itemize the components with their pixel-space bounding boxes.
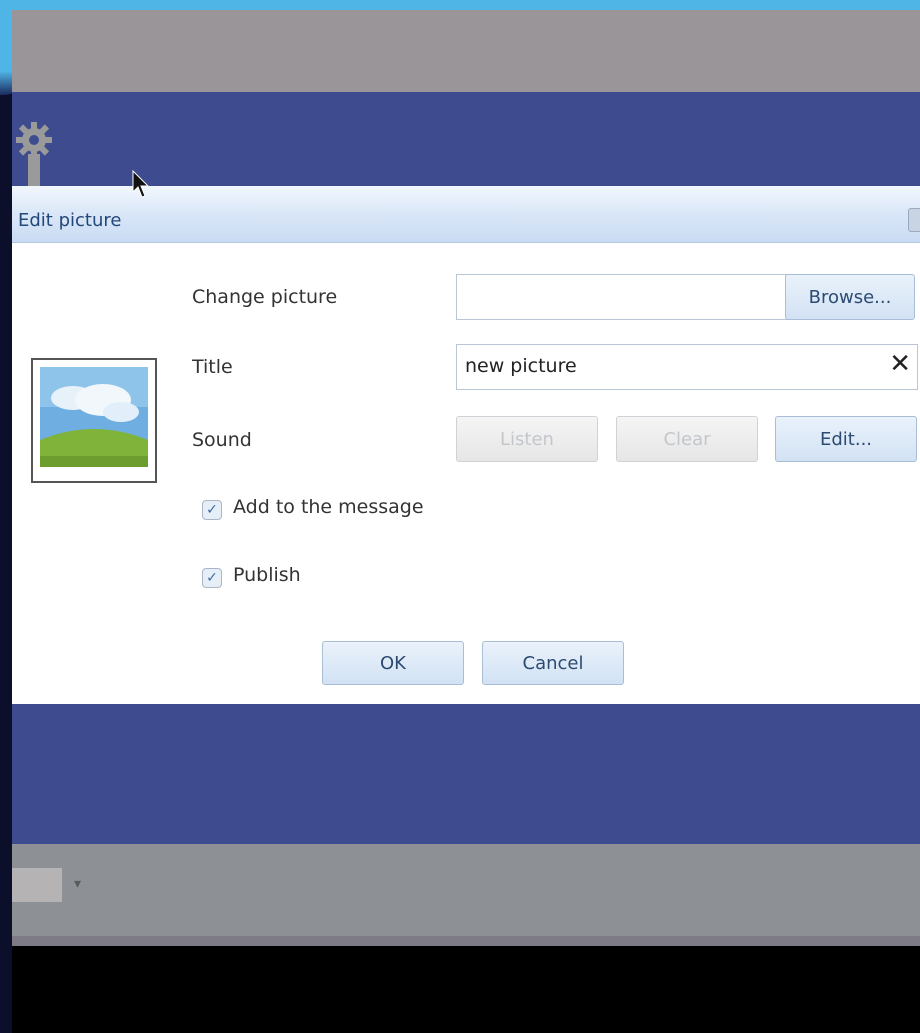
add-to-message-label: Add to the message xyxy=(233,496,424,518)
picture-thumbnail[interactable] xyxy=(31,358,157,483)
mouse-cursor-icon xyxy=(132,170,150,198)
dialog-title: Edit picture xyxy=(18,210,122,231)
top-gray-area xyxy=(12,10,920,92)
picture-placeholder-icon xyxy=(40,367,148,467)
publish-checkbox[interactable]: ✓ xyxy=(202,568,222,588)
ok-button[interactable]: OK xyxy=(322,641,464,685)
add-to-message-checkbox[interactable]: ✓ xyxy=(202,500,222,520)
edit-sound-button[interactable]: Edit... xyxy=(775,416,917,462)
publish-label: Publish xyxy=(233,564,301,586)
toolbar-dropdown[interactable] xyxy=(12,868,62,902)
title-label: Title xyxy=(192,356,233,378)
clear-sound-button[interactable]: Clear xyxy=(616,416,758,462)
cancel-button[interactable]: Cancel xyxy=(482,641,624,685)
bottom-header-band xyxy=(12,704,920,844)
title-input-value: new picture xyxy=(465,355,577,377)
titlebar-control-button[interactable] xyxy=(908,208,920,232)
listen-button[interactable]: Listen xyxy=(456,416,598,462)
gear-icon[interactable] xyxy=(14,120,54,186)
title-input[interactable]: new picture ✕ xyxy=(456,344,918,390)
chevron-down-icon[interactable]: ▾ xyxy=(74,876,81,892)
app-screen: Edit picture Change picture Browse... Ti… xyxy=(12,10,920,1033)
clear-title-icon[interactable]: ✕ xyxy=(889,349,911,379)
frame-top-border xyxy=(0,0,920,10)
frame-left-border xyxy=(0,0,12,1033)
browse-button[interactable]: Browse... xyxy=(785,274,915,320)
bottom-toolbar xyxy=(12,844,920,936)
bottom-strip xyxy=(12,936,920,946)
edit-picture-dialog: Edit picture Change picture Browse... Ti… xyxy=(12,186,920,704)
change-picture-label: Change picture xyxy=(192,286,338,308)
sound-label: Sound xyxy=(192,429,252,451)
